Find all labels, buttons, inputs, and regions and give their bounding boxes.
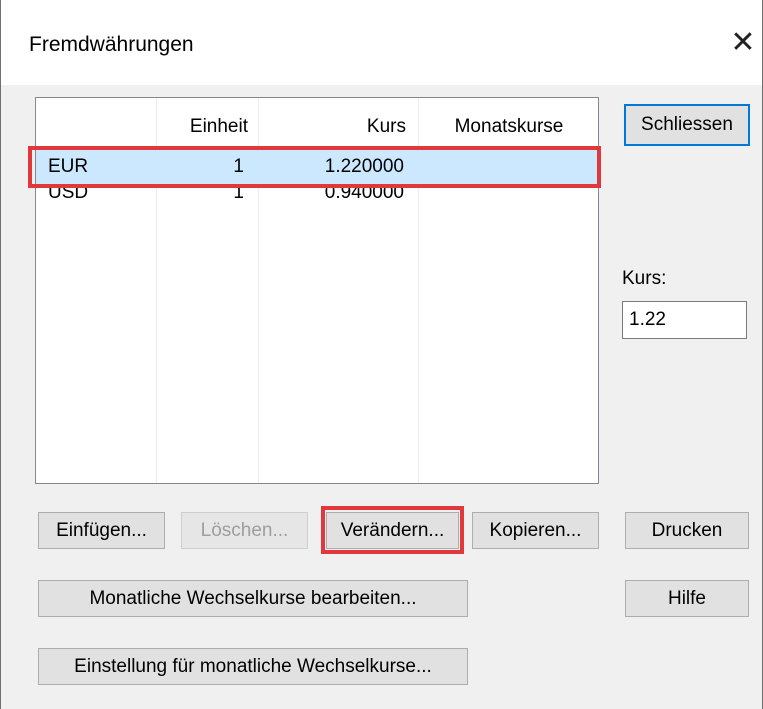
close-icon[interactable]: ✕ [729,28,757,60]
currency-code: USD [48,182,89,203]
rate-input[interactable]: 1.22 [622,301,747,339]
close-button[interactable]: Schliessen [624,104,750,146]
currency-dialog: Fremdwährungen ✕ Einheit Kurs Monatskurs… [0,0,763,709]
print-button[interactable]: Drucken [625,512,749,549]
monthly-rates-edit-button[interactable]: Monatliche Wechselkurse bearbeiten... [38,580,468,617]
rate-label: Kurs: [622,268,667,289]
help-button[interactable]: Hilfe [625,580,749,617]
unit-value: 1 [233,182,244,203]
column-header-rate[interactable]: Kurs [258,98,406,146]
delete-button[interactable]: Löschen... [181,512,308,549]
currency-list[interactable]: Einheit Kurs Monatskurse EUR 1 1.220000 … [35,97,599,484]
column-header-unit[interactable]: Einheit [156,98,248,146]
window-title: Fremdwährungen [29,33,194,56]
insert-button[interactable]: Einfügen... [38,512,165,549]
change-button[interactable]: Verändern... [326,512,459,549]
copy-button[interactable]: Kopieren... [472,512,599,549]
list-item-usd[interactable]: USD 1 0.940000 [36,182,598,219]
column-header-monthly-rates[interactable]: Monatskurse [418,98,600,146]
title-bar: Fremdwährungen ✕ [1,0,762,85]
monthly-rates-settings-button[interactable]: Einstellung für monatliche Wechselkurse.… [38,648,468,685]
rate-value: 0.940000 [324,182,404,203]
